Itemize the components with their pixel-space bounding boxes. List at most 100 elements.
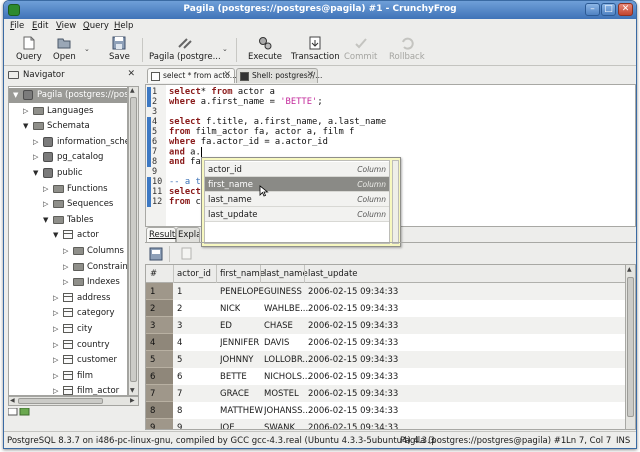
tree-item[interactable]: ▷ pg_catalog: [9, 150, 127, 165]
collapsed-arrow-icon[interactable]: ▷: [43, 200, 51, 208]
tree-item[interactable]: ▷ country: [9, 338, 127, 353]
tab-explain[interactable]: Explai: [176, 227, 200, 242]
scroll-right-icon[interactable]: ▶: [130, 397, 135, 405]
collapsed-arrow-icon[interactable]: ▷: [53, 294, 61, 302]
tree-item[interactable]: ▼ Schemata: [9, 119, 127, 134]
scroll-left-icon[interactable]: ◀: [10, 397, 15, 405]
tab-query-editor[interactable]: select * from acto... ✕: [147, 68, 237, 83]
code-line[interactable]: and fa: [169, 157, 201, 167]
table-row[interactable]: 7 7 GRACE MOSTEL 2006-02-15 09:34:33: [146, 385, 635, 402]
column-header[interactable]: last_update: [308, 269, 358, 279]
tree-item[interactable]: ▷ category: [9, 306, 127, 321]
expanded-arrow-icon[interactable]: ▼: [13, 91, 21, 99]
row-number[interactable]: 3: [146, 317, 173, 334]
table-row[interactable]: 6 6 BETTE NICHOLS... 2006-02-15 09:34:33: [146, 368, 635, 385]
code-line[interactable]: select: [169, 187, 201, 197]
tree-item[interactable]: ▷ Indexes: [9, 275, 127, 290]
tree-item[interactable]: ▷ film: [9, 369, 127, 384]
close-tab-icon[interactable]: ✕: [306, 70, 314, 80]
tree-item[interactable]: ▼ Pagila (postgres://postgres: [9, 88, 127, 103]
autocomplete-item[interactable]: last_name Column: [205, 192, 389, 207]
expanded-arrow-icon[interactable]: ▼: [23, 122, 31, 130]
autocomplete-item[interactable]: last_update Column: [205, 207, 389, 222]
collapsed-arrow-icon[interactable]: ▷: [53, 372, 61, 380]
autocomplete-item[interactable]: actor_id Column: [205, 162, 389, 177]
collapsed-arrow-icon[interactable]: ▷: [53, 356, 61, 364]
close-tab-icon[interactable]: ✕: [223, 70, 231, 80]
menu-view[interactable]: View: [56, 21, 76, 31]
table-row[interactable]: 1 1 PENELOPE GUINESS 2006-02-15 09:34:33: [146, 283, 635, 300]
results-grid[interactable]: # actor_id first_name last_name last_update …: [145, 264, 636, 430]
column-divider[interactable]: [260, 265, 261, 283]
tab-shell[interactable]: Shell: postgres://... ✕: [236, 68, 322, 83]
expanded-arrow-icon[interactable]: ▼: [43, 216, 51, 224]
collapsed-arrow-icon[interactable]: ▷: [63, 247, 71, 255]
collapsed-arrow-icon[interactable]: ▷: [53, 341, 61, 349]
export-results-icon[interactable]: [149, 247, 163, 261]
navigator-vertical-scrollbar[interactable]: ▲ ▼: [128, 86, 139, 396]
row-number[interactable]: 6: [146, 368, 173, 385]
code-line[interactable]: from film_actor fa, actor a, film f: [169, 127, 354, 137]
expanded-arrow-icon[interactable]: ▼: [33, 169, 41, 177]
table-row[interactable]: 8 8 MATTHEW JOHANSS... 2006-02-15 09:34:33: [146, 402, 635, 419]
tree-item[interactable]: ▷ information_schema: [9, 135, 127, 150]
tree-item[interactable]: ▷ address: [9, 291, 127, 306]
new-query-button[interactable]: Query: [16, 36, 42, 62]
row-number[interactable]: 5: [146, 351, 173, 368]
row-number[interactable]: 2: [146, 300, 173, 317]
open-dropdown-chevron-icon[interactable]: ⌄: [84, 45, 90, 53]
column-header[interactable]: actor_id: [177, 269, 211, 279]
column-header[interactable]: last_name: [264, 269, 308, 279]
row-number[interactable]: 8: [146, 402, 173, 419]
tab-results[interactable]: Results: [146, 227, 180, 242]
navigator-horizontal-scrollbar[interactable]: ◀ ▶: [8, 396, 139, 406]
column-header[interactable]: first_name: [220, 269, 265, 279]
expanded-arrow-icon[interactable]: ▼: [53, 231, 61, 239]
collapsed-arrow-icon[interactable]: ▷: [53, 387, 61, 395]
row-number[interactable]: 1: [146, 283, 173, 300]
scroll-up-icon[interactable]: ▲: [130, 87, 135, 95]
tree-item[interactable]: ▼ public: [9, 166, 127, 181]
results-vertical-scrollbar[interactable]: ▲: [625, 264, 636, 430]
commit-button[interactable]: Commit: [344, 36, 377, 62]
code-line[interactable]: and a.: [169, 147, 202, 158]
tree-item[interactable]: ▷ Columns: [9, 244, 127, 259]
navigator-tree[interactable]: ▼ Pagila (postgres://postgres ▷ Languages ▼ S…: [8, 86, 128, 396]
code-line[interactable]: -- a t: [169, 177, 201, 187]
table-row[interactable]: 4 4 JENNIFER DAVIS 2006-02-15 09:34:33: [146, 334, 635, 351]
save-button[interactable]: Save: [109, 36, 130, 62]
menu-help[interactable]: Help: [114, 21, 133, 31]
collapsed-arrow-icon[interactable]: ▷: [53, 325, 61, 333]
menu-query[interactable]: Query: [83, 21, 109, 31]
column-divider[interactable]: [216, 265, 217, 283]
tree-item[interactable]: ▷ Constraints: [9, 260, 127, 275]
navigator-vscroll-thumb[interactable]: [130, 97, 137, 382]
code-line[interactable]: from c: [169, 197, 201, 207]
table-row[interactable]: 3 3 ED CHASE 2006-02-15 09:34:33: [146, 317, 635, 334]
minimize-button[interactable]: –: [585, 3, 600, 16]
rollback-button[interactable]: Rollback: [389, 36, 425, 62]
tree-item[interactable]: ▷ Functions: [9, 182, 127, 197]
column-header[interactable]: #: [150, 269, 157, 279]
scroll-up-icon[interactable]: ▲: [627, 266, 632, 274]
tree-item[interactable]: ▼ actor: [9, 228, 127, 243]
code-line[interactable]: select f.title, a.first_name, a.last_nam…: [169, 117, 386, 127]
connection-selector[interactable]: Pagila (postgre...: [149, 36, 221, 62]
tree-item[interactable]: ▷ film_actor: [9, 384, 127, 395]
collapsed-arrow-icon[interactable]: ▷: [53, 309, 61, 317]
column-divider[interactable]: [304, 265, 305, 283]
collapsed-arrow-icon[interactable]: ▷: [33, 153, 41, 161]
side-panel-icons[interactable]: [7, 407, 48, 416]
column-divider[interactable]: [173, 265, 174, 283]
code-line[interactable]: where fa.actor_id = a.actor_id: [169, 137, 328, 147]
collapsed-arrow-icon[interactable]: ▷: [63, 278, 71, 286]
close-navigator-icon[interactable]: ✕: [127, 69, 135, 79]
autocomplete-item[interactable]: first_name Column: [205, 177, 389, 192]
execute-button[interactable]: Execute: [248, 36, 282, 62]
menu-file[interactable]: File: [10, 21, 24, 31]
row-number[interactable]: 7: [146, 385, 173, 402]
table-row[interactable]: 9 9 JOE SWANK 2006-02-15 09:34:33: [146, 419, 635, 429]
results-vscroll-thumb[interactable]: [627, 277, 634, 417]
connection-dropdown-chevron-icon[interactable]: ⌄: [222, 45, 228, 53]
close-window-button[interactable]: ✕: [618, 3, 633, 16]
